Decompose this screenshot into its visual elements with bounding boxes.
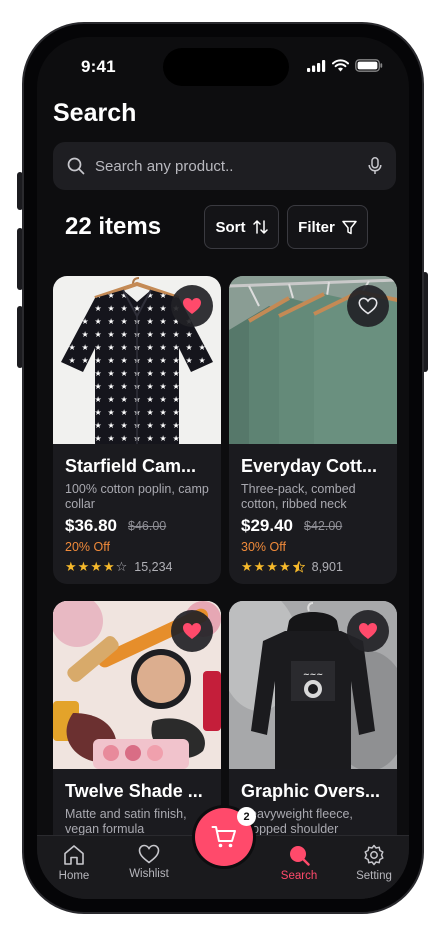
home-icon <box>64 845 84 865</box>
favorite-button[interactable] <box>171 285 213 327</box>
sort-label: Sort <box>215 218 246 236</box>
star-full-icon: ★ <box>241 559 253 574</box>
star-full-icon: ★ <box>102 559 115 574</box>
product-name: Everyday Cott... <box>241 456 378 476</box>
product-image-makeup-set <box>53 601 221 769</box>
tab-bag[interactable]: 2 <box>195 807 256 866</box>
product-rating: ★ ★ ★ ★ 8,901 <box>241 559 343 575</box>
results-count: 22 items <box>65 213 162 240</box>
status-time: 9:41 <box>81 57 116 76</box>
product-name: Twelve Shade ... <box>65 781 203 801</box>
heart-icon <box>138 844 160 864</box>
bottom-tab-bar: Home Wishlist Bag 2 <box>37 807 409 899</box>
tab-label: Setting <box>356 870 392 882</box>
filter-button[interactable]: Filter <box>287 205 368 249</box>
sort-button[interactable]: Sort <box>204 205 279 249</box>
signal-icon <box>307 59 326 72</box>
favorite-button[interactable] <box>171 610 213 652</box>
product-image-cotton-tees <box>229 276 397 444</box>
search-icon <box>67 157 85 175</box>
review-count: 15,234 <box>134 560 173 574</box>
tab-wishlist[interactable]: Wishlist <box>114 844 184 880</box>
product-image-starfield-shirt: ★ <box>53 276 221 444</box>
product-card[interactable]: Everyday Cott... Three-pack, combed cott… <box>229 276 397 584</box>
screen: 9:41 Search Search any product.. 22 item… <box>37 37 409 899</box>
results-toolbar: 22 items Sort Filter <box>53 205 396 249</box>
heart-filled-icon <box>183 298 201 314</box>
product-image-graphic-hoodie: ~~~ <box>229 601 397 769</box>
heart-outline-icon <box>358 297 378 315</box>
search-input[interactable]: Search any product.. <box>95 158 368 175</box>
tab-search[interactable]: Search <box>264 844 334 882</box>
tab-label: Home <box>58 870 90 882</box>
search-bar[interactable]: Search any product.. <box>53 142 396 190</box>
battery-icon <box>355 59 383 72</box>
dynamic-island <box>163 48 289 86</box>
phone-frame: 9:41 Search Search any product.. 22 item… <box>22 22 424 914</box>
star-half-icon <box>292 561 305 573</box>
star-full-icon: ★ <box>278 559 291 574</box>
page-title: Search <box>53 99 137 127</box>
favorite-button[interactable] <box>347 610 389 652</box>
product-description: Matte and satin finish, vegan formula <box>65 807 187 836</box>
status-bar: 9:41 <box>37 37 409 95</box>
cart-badge: 2 <box>237 807 256 826</box>
product-description: Heavyweight fleece, dropped shoulder <box>241 807 353 836</box>
star-full-icon: ★ <box>266 559 278 574</box>
product-old-price: $42.00 <box>304 519 343 533</box>
review-count: 8,901 <box>311 560 343 574</box>
search-icon <box>290 846 310 866</box>
sort-icon <box>252 220 268 234</box>
star-full-icon: ★ <box>77 559 90 574</box>
product-old-price: $46.00 <box>128 519 167 533</box>
product-card[interactable]: ★ Starfield Cam... 100% cotton poplin, c <box>53 276 221 584</box>
product-price: $29.40 <box>241 516 293 535</box>
filter-icon <box>342 220 357 234</box>
product-price: $36.80 <box>65 516 117 535</box>
star-full-icon: ★ <box>65 559 77 574</box>
star-full-icon: ★ <box>90 559 102 574</box>
wifi-icon <box>332 59 349 72</box>
product-discount: 30% Off <box>241 540 286 554</box>
tab-home[interactable]: Home <box>39 844 109 882</box>
filter-label: Filter <box>298 218 335 236</box>
svg-text:~~~: ~~~ <box>303 670 323 679</box>
gear-icon <box>364 844 384 866</box>
tab-label: Search <box>280 870 318 882</box>
heart-filled-icon <box>359 623 377 639</box>
microphone-icon[interactable] <box>368 157 382 175</box>
tab-setting[interactable]: Setting <box>339 844 409 882</box>
product-description: 100% cotton poplin, camp collar <box>65 482 209 511</box>
product-name: Starfield Cam... <box>65 456 197 476</box>
tab-label: Wishlist <box>129 868 169 880</box>
star-empty-icon: ☆ <box>115 559 128 574</box>
product-rating: ★ ★ ★ ★ ☆ 15,234 <box>65 559 173 575</box>
status-icons <box>307 59 383 72</box>
product-name: Graphic Overs... <box>241 781 381 801</box>
star-full-icon: ★ <box>253 559 266 574</box>
favorite-button[interactable] <box>347 285 389 327</box>
cart-icon <box>211 826 236 848</box>
product-discount: 20% Off <box>65 540 110 554</box>
product-description: Three-pack, combed cotton, ribbed neck <box>241 482 356 511</box>
heart-filled-icon <box>183 623 201 639</box>
